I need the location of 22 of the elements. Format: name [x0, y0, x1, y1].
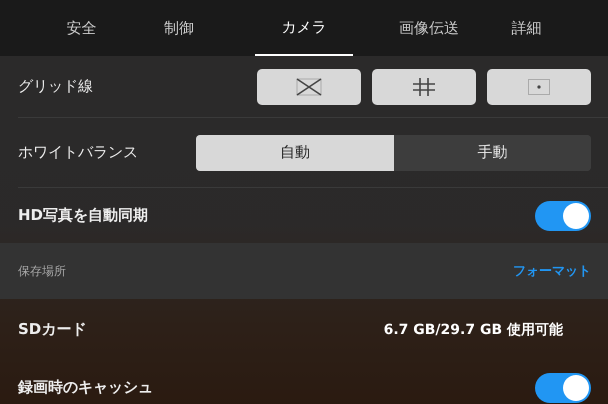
tab[interactable]: 詳細 — [478, 0, 576, 56]
toggle-switch[interactable] — [535, 372, 591, 402]
storage-value: 6.7 GB/29.7 GB 使用可能 — [384, 320, 563, 338]
setting-label: ホワイトバランス — [18, 143, 138, 162]
setting-label: HD写真を自動同期 — [18, 206, 148, 225]
section-header: 保存場所 — [18, 262, 66, 280]
format-link[interactable]: フォーマット — [513, 262, 591, 280]
grid-icon — [413, 78, 435, 96]
diagonal-grid-icon — [296, 78, 322, 96]
setting-label: グリッド線 — [18, 77, 93, 96]
grid-option-button[interactable] — [257, 68, 361, 104]
grid-option-button[interactable] — [487, 68, 591, 104]
grid-option-button[interactable] — [372, 68, 476, 104]
setting-label: SDカード — [18, 320, 86, 339]
tab[interactable]: 安全 — [33, 0, 130, 56]
setting-label: 録画時のキャッシュ — [18, 378, 153, 397]
segment-button[interactable]: 自動 — [196, 134, 394, 170]
toggle-switch[interactable] — [535, 200, 591, 230]
tab[interactable]: カメラ — [255, 0, 353, 56]
tab[interactable]: 制御 — [130, 0, 228, 56]
center-point-icon — [528, 78, 550, 94]
tab[interactable]: 画像伝送 — [380, 0, 478, 56]
